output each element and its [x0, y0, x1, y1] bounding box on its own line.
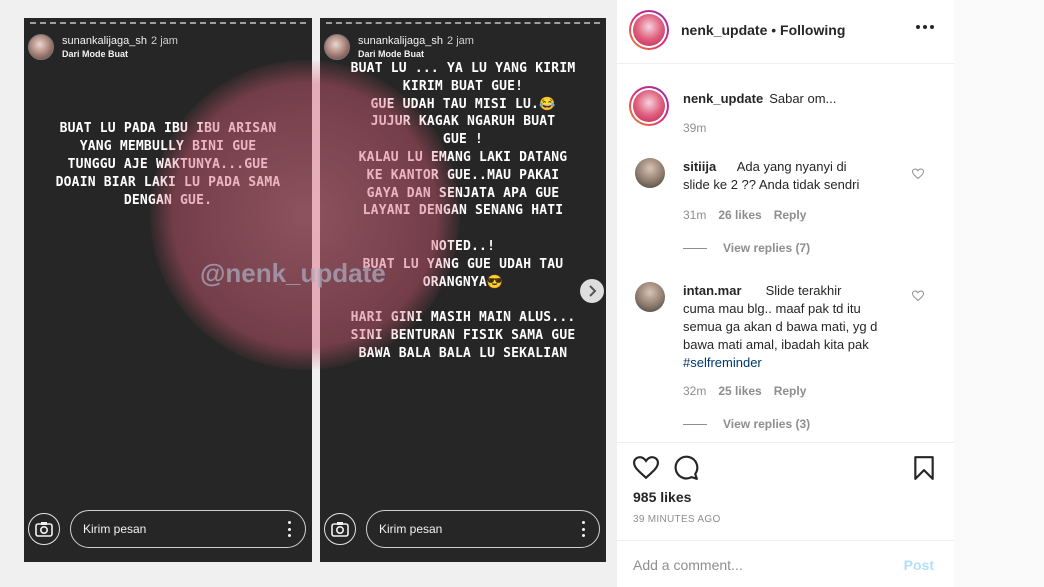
story-screenshot-1: sunankalijaga_sh 2 jam Dari Mode Buat BUA… — [24, 18, 312, 562]
post-media[interactable]: sunankalijaga_sh 2 jam Dari Mode Buat BUA… — [0, 0, 616, 587]
more-options-icon — [287, 521, 291, 537]
comment-username[interactable]: sitiija — [683, 159, 716, 174]
comment-text-line: cuma mau blg.. maaf pak td itu — [683, 301, 861, 316]
replies-line — [683, 423, 707, 425]
more-options-icon[interactable] — [916, 24, 934, 30]
send-message-placeholder: Kirim pesan — [83, 522, 147, 536]
comment-likes[interactable]: 25 likes — [718, 384, 761, 398]
caption-username[interactable]: nenk_update — [683, 91, 763, 106]
camera-icon — [28, 513, 60, 545]
like-comment-heart-icon[interactable] — [912, 290, 924, 302]
add-comment-input[interactable]: Add a comment... — [633, 557, 743, 573]
story-progress-bar — [326, 22, 600, 24]
story-subtitle: Dari Mode Buat — [358, 49, 425, 59]
comment-item: intan.mar Slide terakhir cuma mau blg.. … — [617, 280, 954, 440]
following-button[interactable]: Following — [780, 22, 845, 38]
comment-time[interactable]: 32m — [683, 384, 706, 398]
view-replies-button[interactable]: View replies (7) — [683, 241, 810, 255]
post-side-panel: nenk_update • Following nenk_update Sabar… — [616, 0, 954, 587]
hashtag-link[interactable]: #selfreminder — [683, 355, 762, 370]
story-text: BUAT LU PADA IBU IBU ARISAN YANG MEMBULL… — [55, 121, 281, 208]
story-time: 2 jam — [151, 35, 178, 47]
send-message-field: Kirim pesan — [366, 510, 600, 548]
comment-text-line: Slide terakhir — [765, 283, 842, 298]
story-progress-bar — [30, 22, 306, 24]
instagram-post-page: sunankalijaga_sh 2 jam Dari Mode Buat BUA… — [0, 0, 1044, 587]
view-replies-label: View replies (7) — [723, 241, 811, 255]
header-separator: • — [771, 22, 777, 38]
story-header: sunankalijaga_sh 2 jam Dari Mode Buat — [28, 34, 178, 60]
story-avatar — [324, 34, 350, 60]
add-comment-bar: Add a comment... Post — [617, 540, 954, 587]
comment-text-line: Ada yang nyanyi di — [736, 159, 847, 174]
comment-time[interactable]: 31m — [683, 208, 706, 222]
story-username: sunankalijaga_sh — [358, 35, 444, 47]
story-footer: Kirim pesan — [24, 510, 312, 552]
commenter-avatar[interactable] — [635, 158, 665, 188]
post-header: nenk_update • Following — [617, 0, 954, 64]
comment-text-line: semua ga akan d bawa mati, yg d — [683, 319, 878, 334]
view-replies-button[interactable]: View replies (3) — [683, 417, 810, 431]
like-comment-heart-icon[interactable] — [912, 168, 924, 180]
comment-item: sitiija Ada yang nyanyi di slide ke 2 ??… — [617, 156, 954, 266]
comment-username[interactable]: intan.mar — [683, 283, 742, 298]
view-replies-label: View replies (3) — [723, 417, 811, 431]
story-subtitle: Dari Mode Buat — [62, 49, 129, 59]
caption-time[interactable]: 39m — [683, 121, 706, 135]
author-avatar[interactable] — [629, 10, 669, 50]
more-options-icon — [581, 521, 585, 537]
post-comment-button[interactable]: Post — [904, 557, 934, 573]
send-message-placeholder: Kirim pesan — [379, 522, 443, 536]
replies-line — [683, 247, 707, 249]
story-avatar — [28, 34, 54, 60]
post-timestamp[interactable]: 39 MINUTES AGO — [633, 514, 721, 525]
reply-button[interactable]: Reply — [774, 208, 807, 222]
comment-text-line: slide ke 2 ?? Anda tidak sendri — [683, 177, 860, 192]
save-bookmark-icon[interactable] — [911, 455, 937, 481]
story-time: 2 jam — [447, 35, 474, 47]
caption: nenk_update Sabar om... 39m — [617, 82, 954, 142]
story-header: sunankalijaga_sh 2 jam Dari Mode Buat — [324, 34, 474, 60]
reply-button[interactable]: Reply — [774, 384, 807, 398]
caption-text: Sabar om... — [769, 91, 837, 106]
next-slide-button[interactable] — [580, 279, 604, 303]
story-username: sunankalijaga_sh — [62, 35, 148, 47]
like-heart-icon[interactable] — [633, 455, 659, 481]
story-screenshot-2: sunankalijaga_sh 2 jam Dari Mode Buat BUA… — [320, 18, 606, 562]
comment-text-line: bawa mati amal, ibadah kita pak — [683, 337, 869, 352]
chevron-right-icon — [589, 285, 597, 297]
caption-avatar[interactable] — [629, 86, 669, 126]
page-background — [954, 0, 1044, 587]
comment-bubble-icon[interactable] — [673, 455, 699, 481]
send-message-field: Kirim pesan — [70, 510, 306, 548]
commenter-avatar[interactable] — [635, 282, 665, 312]
story-footer: Kirim pesan — [320, 510, 606, 552]
comments-section: nenk_update Sabar om... 39m sitiija Ada y… — [617, 64, 954, 442]
author-username[interactable]: nenk_update — [681, 22, 767, 38]
likes-count[interactable]: 985 likes — [633, 489, 691, 505]
story-text: BUAT LU ... YA LU YANG KIRIM KIRIM BUAT … — [350, 61, 576, 361]
comment-likes[interactable]: 26 likes — [718, 208, 761, 222]
post-actions: 985 likes 39 MINUTES AGO — [617, 442, 954, 540]
camera-icon — [324, 513, 356, 545]
